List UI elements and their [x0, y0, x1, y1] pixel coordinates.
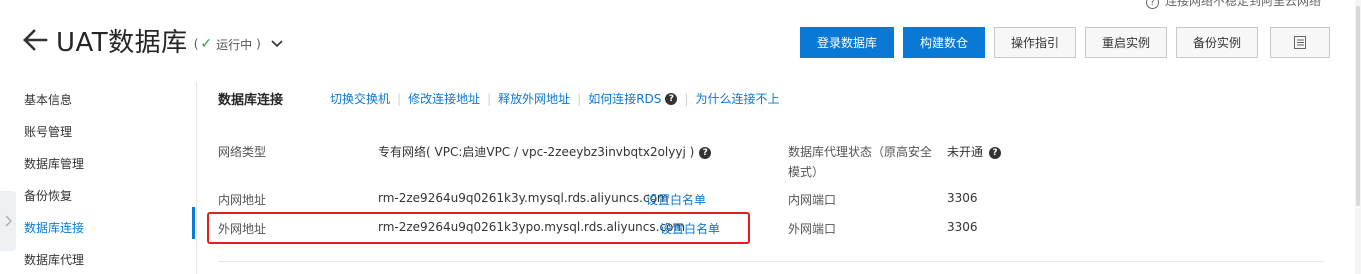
switch-vswitch-link[interactable]: 切换交换机 — [330, 90, 390, 107]
chevron-right-icon — [5, 215, 12, 227]
sidebar-item-proxy[interactable]: 数据库代理 — [24, 251, 84, 268]
proxy-status-value: 未开通? — [947, 143, 1002, 160]
page-header: UAT数据库 ( ✓ 运行中 ) — [22, 20, 283, 60]
sidebar-item-accounts[interactable]: 账号管理 — [24, 123, 72, 140]
link-separator: | — [487, 91, 492, 106]
intranet-port-value: 3306 — [947, 191, 978, 205]
help-icon[interactable]: ? — [989, 146, 1002, 159]
link-separator: | — [684, 91, 689, 106]
scrollbar-thumb[interactable] — [1356, 6, 1360, 206]
highlight-annotation-box — [207, 212, 750, 244]
sidebar-item-backup[interactable]: 备份恢复 — [24, 187, 72, 204]
instance-status: ( ✓ 运行中 ) — [193, 36, 261, 52]
page-title: UAT数据库 — [56, 27, 188, 58]
network-type-value: 专有网络( VPC:启迪VPC / vpc-2zeeybz3invbqtx2ol… — [378, 143, 712, 160]
section-title: 数据库连接 — [218, 93, 284, 108]
sidebar-item-databases[interactable]: 数据库管理 — [24, 155, 84, 172]
sidebar-divider — [196, 82, 197, 274]
sidebar — [0, 82, 196, 274]
check-icon: ✓ — [200, 36, 213, 52]
chevron-down-icon[interactable] — [271, 39, 283, 49]
proxy-status-label-cont: 模式） — [788, 165, 825, 179]
back-arrow-icon[interactable] — [22, 28, 48, 52]
intranet-whitelist-link[interactable]: 设置白名单 — [646, 191, 706, 208]
modify-address-link[interactable]: 修改连接地址 — [408, 90, 480, 107]
top-notice-text: 连接网络不稳定到阿里云网络 — [1164, 0, 1321, 8]
help-icon[interactable]: ? — [699, 146, 712, 159]
action-toolbar: 登录数据库 构建数仓 操作指引 重启实例 备份实例 — [800, 27, 1339, 58]
proxy-status-label: 数据库代理状态（原高安全 — [788, 145, 933, 159]
why-cannot-connect-link[interactable]: 为什么连接不上 — [695, 90, 779, 107]
page-scrollbar[interactable] — [1355, 0, 1361, 274]
how-to-connect-link[interactable]: 如何连接RDS — [588, 90, 661, 107]
intranet-address-label: 内网地址 — [218, 193, 267, 207]
public-port-value: 3306 — [947, 220, 978, 234]
intranet-port-label: 内网端口 — [788, 193, 837, 207]
sidebar-item-connection[interactable]: 数据库连接 — [24, 219, 84, 236]
login-database-button[interactable]: 登录数据库 — [800, 27, 894, 58]
status-text: 运行中 — [216, 37, 253, 52]
section-divider — [218, 261, 1324, 262]
list-icon — [1294, 36, 1306, 49]
build-warehouse-button[interactable]: 构建数仓 — [903, 27, 985, 58]
network-type-label: 网络类型 — [218, 145, 267, 159]
intranet-address-value: rm-2ze9264u9q0261k3y.mysql.rds.aliyuncs.… — [378, 191, 669, 205]
question-icon: ? — [1145, 0, 1159, 9]
help-icon[interactable]: ? — [665, 92, 678, 105]
release-public-address-link[interactable]: 释放外网地址 — [498, 90, 570, 107]
backup-instance-button[interactable]: 备份实例 — [1176, 27, 1258, 58]
operation-guide-button[interactable]: 操作指引 — [994, 27, 1076, 58]
sidebar-active-indicator — [192, 207, 195, 239]
top-notice: ? 连接网络不稳定到阿里云网络 — [1145, 0, 1321, 9]
connection-links: 切换交换机 | 修改连接地址 | 释放外网地址 | 如何连接RDS ? | 为什… — [330, 90, 779, 107]
sidebar-item-basic-info[interactable]: 基本信息 — [24, 91, 72, 108]
public-port-label: 外网端口 — [788, 222, 837, 236]
restart-instance-button[interactable]: 重启实例 — [1085, 27, 1167, 58]
sidebar-collapse-toggle[interactable] — [0, 191, 16, 251]
link-separator: | — [577, 91, 582, 106]
link-separator: | — [397, 91, 402, 106]
more-menu-button[interactable] — [1270, 27, 1330, 58]
